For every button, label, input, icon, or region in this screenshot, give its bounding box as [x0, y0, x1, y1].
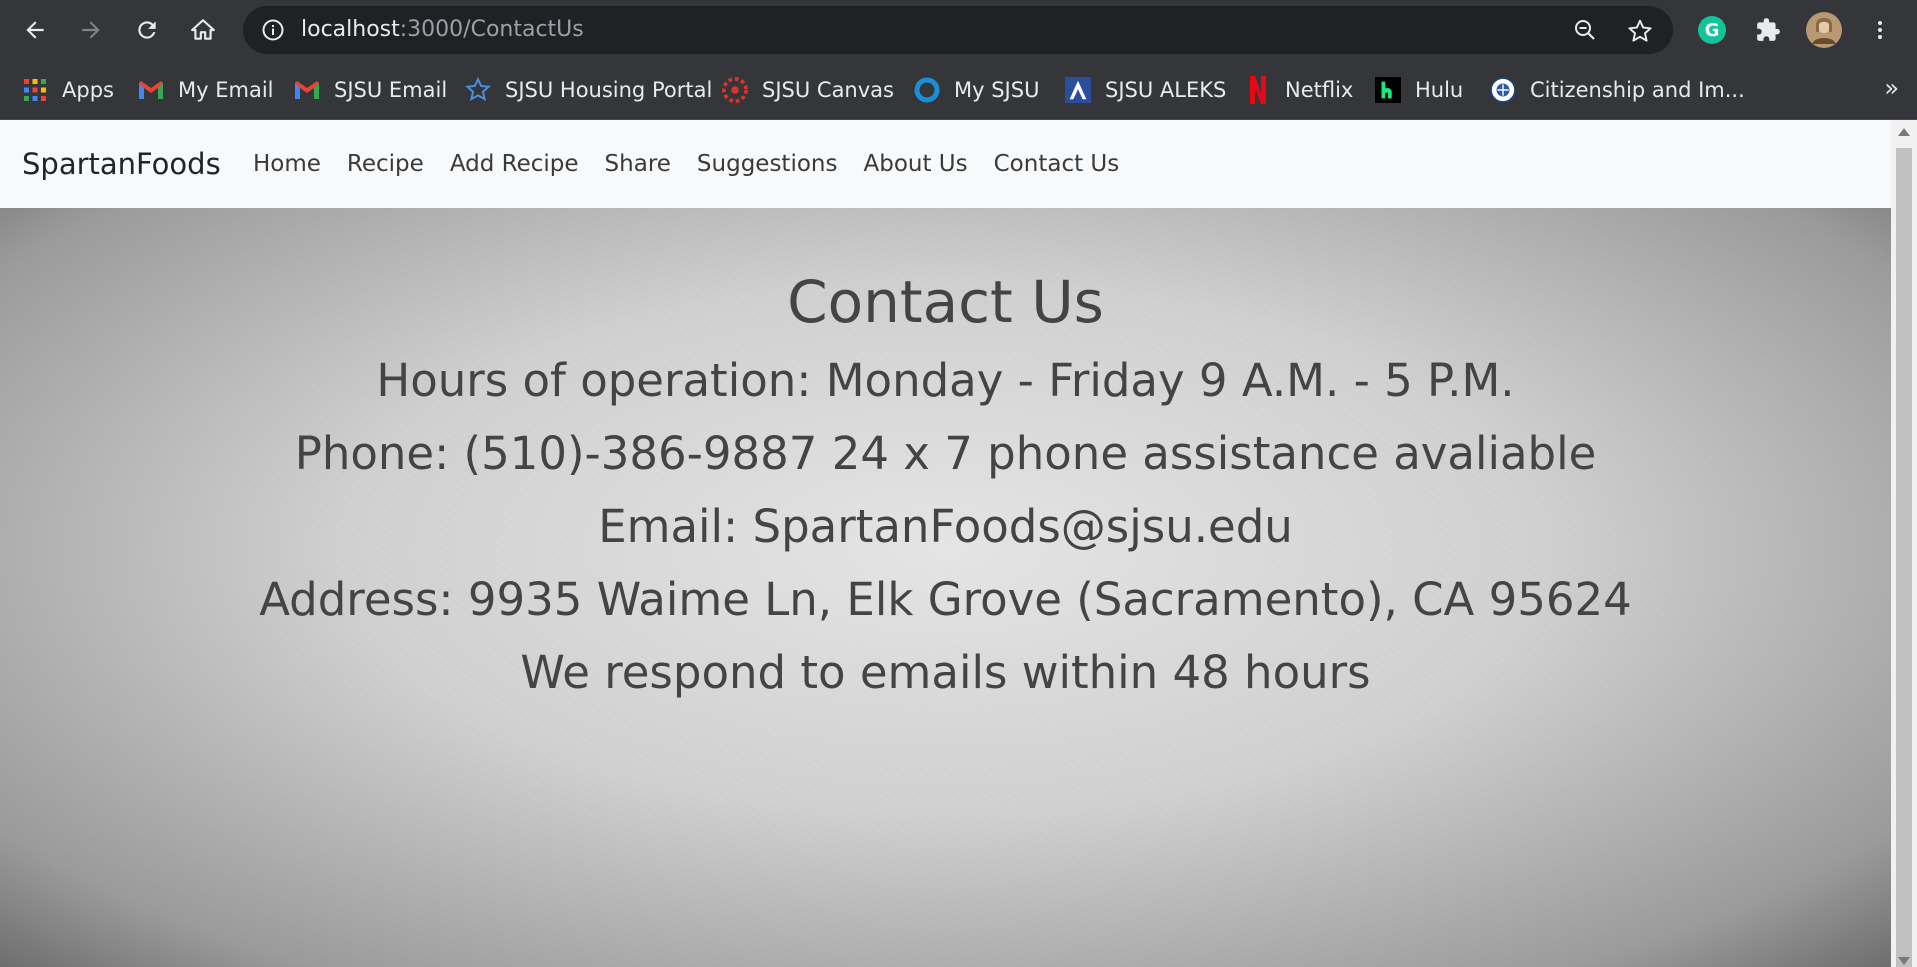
- bookmark-label: SJSU Canvas: [762, 78, 894, 102]
- url-text[interactable]: localhost:3000/ContactUs: [301, 6, 584, 54]
- aleks-icon: [1065, 77, 1091, 103]
- page-viewport: SpartanFoods Home Recipe Add Recipe Shar…: [0, 120, 1891, 967]
- reload-icon: [138, 21, 156, 39]
- gmail-icon: [138, 77, 164, 103]
- hours-text: Hours of operation: Monday - Friday 9 A.…: [376, 354, 1515, 407]
- scroll-up-arrow-icon[interactable]: [1898, 128, 1910, 136]
- bookmark-label: Hulu: [1415, 78, 1464, 102]
- nav-home[interactable]: Home: [240, 151, 334, 177]
- url-path: :3000/ContactUs: [399, 17, 584, 42]
- nav-suggestions[interactable]: Suggestions: [684, 151, 851, 177]
- scrollbar-thumb[interactable]: [1896, 148, 1912, 967]
- page-scrollbar[interactable]: [1891, 120, 1917, 967]
- netflix-icon: [1245, 76, 1271, 104]
- grammarly-icon[interactable]: G: [1694, 12, 1730, 48]
- canvas-icon: [722, 77, 748, 103]
- star-icon: [465, 77, 491, 103]
- svg-text:G: G: [1705, 20, 1720, 41]
- extensions-puzzle-icon[interactable]: [1750, 12, 1786, 48]
- bookmark-sjsu-canvas[interactable]: SJSU Canvas: [722, 72, 894, 108]
- bookmark-citizenship[interactable]: Citizenship and Im...: [1490, 72, 1745, 108]
- seal-icon: [1490, 77, 1516, 103]
- reload-button[interactable]: [129, 12, 165, 48]
- url-host: localhost: [301, 17, 400, 42]
- bookmark-label: SJSU Email: [334, 78, 448, 102]
- nav-recipe[interactable]: Recipe: [334, 151, 437, 177]
- bookmark-star-icon[interactable]: [1627, 18, 1652, 42]
- site-info-icon[interactable]: [261, 18, 285, 46]
- nav-links: Home Recipe Add Recipe Share Suggestions…: [240, 120, 1132, 208]
- bookmark-label: My Email: [178, 78, 274, 102]
- bookmark-label: My SJSU: [954, 78, 1040, 102]
- apps-grid-icon: [22, 77, 48, 103]
- back-button[interactable]: [17, 12, 53, 48]
- bookmark-my-email[interactable]: My Email: [138, 72, 273, 108]
- browser-menu-icon[interactable]: [1862, 12, 1898, 48]
- zoom-icon[interactable]: [1573, 18, 1597, 42]
- address-text: Address: 9935 Waime Ln, Elk Grove (Sacra…: [259, 573, 1632, 626]
- page-title: Contact Us: [787, 268, 1104, 336]
- address-bar[interactable]: localhost:3000/ContactUs: [243, 6, 1673, 54]
- phone-text: Phone: (510)-386-9887 24 x 7 phone assis…: [294, 427, 1597, 480]
- bookmark-my-sjsu[interactable]: My SJSU: [914, 72, 1039, 108]
- nav-share[interactable]: Share: [592, 151, 684, 177]
- nav-add-recipe[interactable]: Add Recipe: [437, 151, 592, 177]
- hulu-icon: [1375, 77, 1401, 103]
- bookmark-sjsu-housing-portal[interactable]: SJSU Housing Portal: [465, 72, 712, 108]
- response-time-text: We respond to emails within 48 hours: [520, 646, 1371, 699]
- bookmark-netflix[interactable]: Netflix: [1245, 72, 1353, 108]
- more-bookmarks-chevron[interactable]: »: [1884, 74, 1899, 102]
- home-button[interactable]: [185, 12, 221, 48]
- browser-toolbar: localhost:3000/ContactUs G: [0, 0, 1917, 60]
- scroll-down-arrow-icon[interactable]: [1898, 957, 1910, 965]
- bookmark-apps[interactable]: Apps: [22, 72, 114, 108]
- site-navbar: SpartanFoods Home Recipe Add Recipe Shar…: [0, 120, 1891, 208]
- forward-arrow-icon: [82, 21, 100, 39]
- bookmark-label: SJSU Housing Portal: [505, 78, 713, 102]
- site-brand[interactable]: SpartanFoods: [22, 120, 221, 208]
- circle-icon: [914, 77, 940, 103]
- bookmark-label: Netflix: [1285, 78, 1354, 102]
- bookmark-label: Apps: [62, 78, 114, 102]
- profile-avatar[interactable]: [1806, 12, 1842, 48]
- gmail-icon: [294, 77, 320, 103]
- nav-contact-us[interactable]: Contact Us: [981, 151, 1133, 177]
- contact-section: Contact Us Hours of operation: Monday - …: [0, 208, 1891, 967]
- forward-button[interactable]: [73, 12, 109, 48]
- nav-about-us[interactable]: About Us: [850, 151, 980, 177]
- email-text: Email: SpartanFoods@sjsu.edu: [598, 500, 1293, 553]
- bookmark-hulu[interactable]: Hulu: [1375, 72, 1463, 108]
- bookmark-sjsu-aleks[interactable]: SJSU ALEKS: [1065, 72, 1226, 108]
- home-icon: [191, 19, 215, 40]
- bookmark-sjsu-email[interactable]: SJSU Email: [294, 72, 447, 108]
- bookmark-label: SJSU ALEKS: [1105, 78, 1227, 102]
- bookmark-label: Citizenship and Im...: [1530, 78, 1745, 102]
- back-arrow-icon: [26, 21, 44, 39]
- bookmarks-bar: Apps My Email SJSU Email SJSU Housing Po…: [0, 60, 1917, 120]
